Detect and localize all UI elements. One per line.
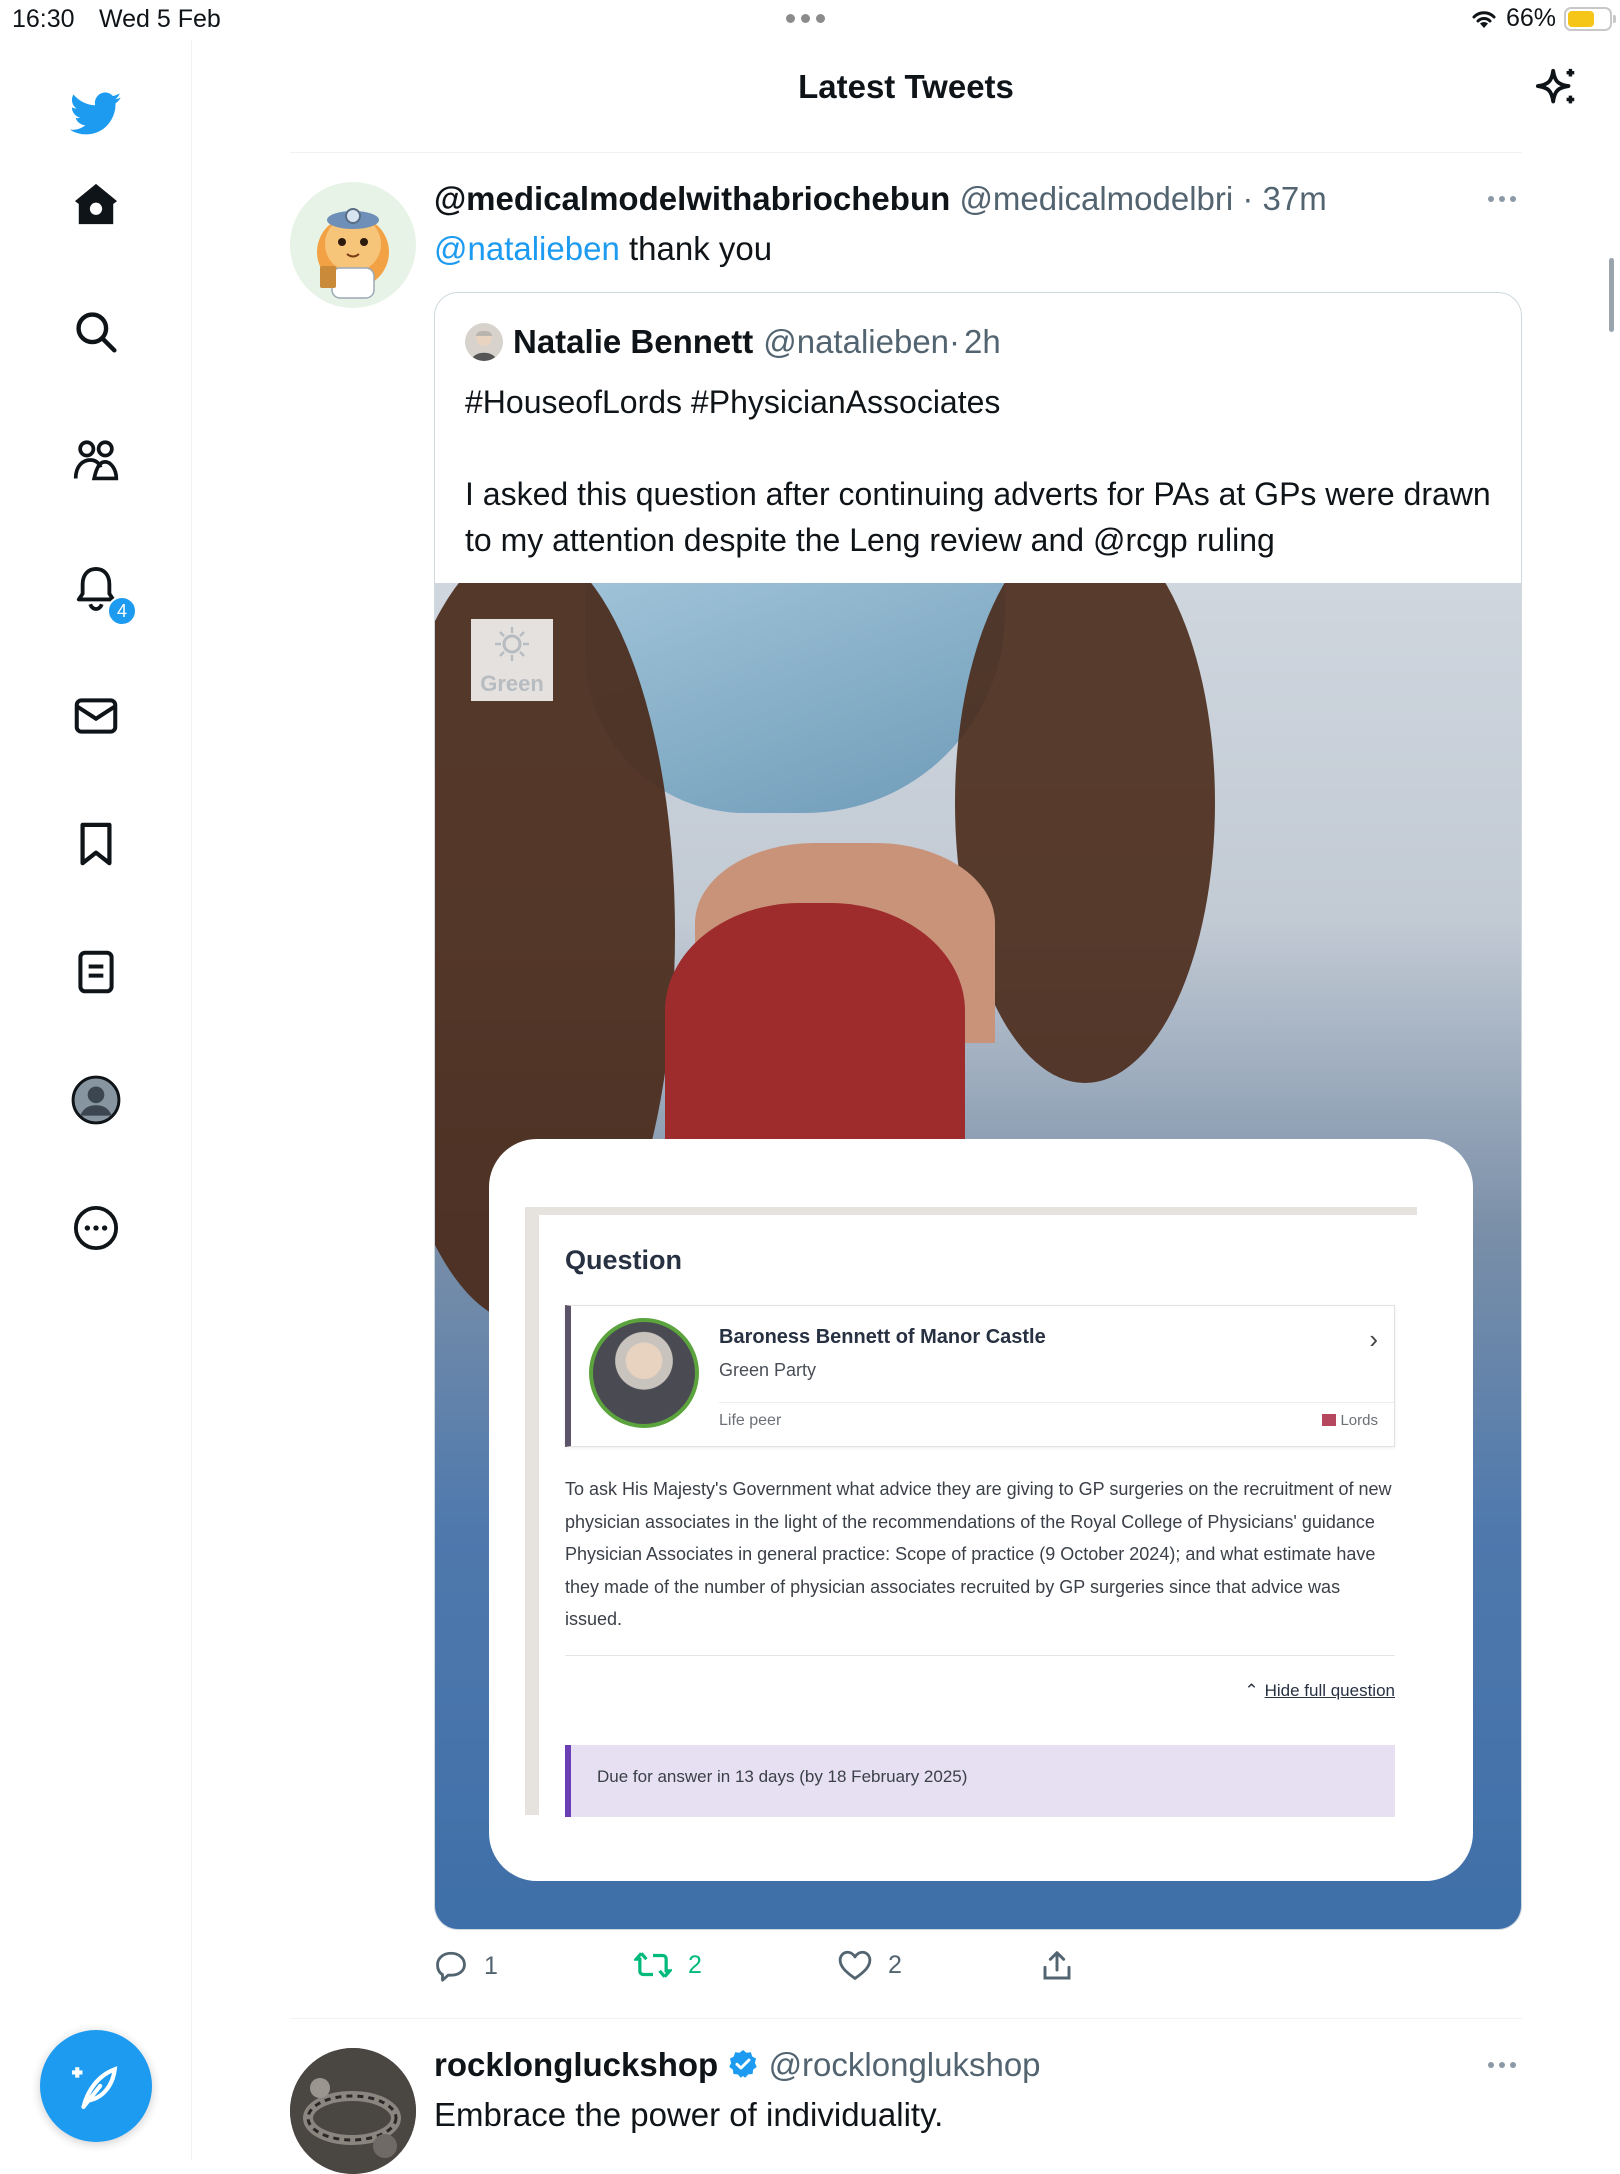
chevron-up-icon: ⌃ xyxy=(1244,1681,1259,1700)
sparkle-icon[interactable] xyxy=(1534,64,1580,117)
tweet-author-handle[interactable]: @rocklonglukshop xyxy=(769,2046,1041,2083)
status-time: 16:30 xyxy=(12,5,75,33)
mention-link[interactable]: @natalieben xyxy=(434,230,620,267)
chevron-right-icon: › xyxy=(1369,1324,1378,1354)
quoted-author-handle: @natalieben xyxy=(763,323,950,360)
member-photo xyxy=(589,1318,699,1428)
status-bar: 16:30 Wed 5 Feb 66% xyxy=(0,0,1620,40)
reply-count: 1 xyxy=(484,1951,498,1980)
tweet-media-image[interactable]: Green Question Baroness Bennett of Manor… xyxy=(435,583,1521,1929)
hide-full-question-link: ⌃ Hide full question xyxy=(1244,1681,1395,1700)
reply-icon xyxy=(436,1951,466,1982)
tweet-author-name[interactable]: rocklongluckshop xyxy=(434,2046,718,2083)
hamster-doctor-avatar-icon xyxy=(317,208,389,299)
verified-badge-icon xyxy=(729,2050,758,2078)
retweet-count: 2 xyxy=(688,1950,702,1979)
home-icon[interactable] xyxy=(70,178,122,230)
tweet-header: @medicalmodelwithabriochebun @medicalmod… xyxy=(434,180,1327,217)
portcullis-icon xyxy=(1322,1414,1337,1426)
multitasking-dots-icon[interactable] xyxy=(786,14,825,23)
notifications-badge: 4 xyxy=(107,596,137,626)
question-card: Question Baroness Bennett of Manor Castl… xyxy=(489,1139,1473,1881)
retweet-button[interactable]: 2 xyxy=(634,1950,702,1980)
question-card-title: Question xyxy=(565,1245,683,1275)
watermark-label: Green xyxy=(480,671,544,696)
tweet-text: Embrace the power of individuality. xyxy=(434,2096,944,2133)
status-date: Wed 5 Feb xyxy=(99,5,221,33)
scrollbar-thumb[interactable] xyxy=(1609,258,1614,332)
member-name: Baroness Bennett of Manor Castle xyxy=(719,1326,1046,1348)
avatar[interactable] xyxy=(290,2048,416,2174)
like-button[interactable]: 2 xyxy=(838,1950,902,1980)
header-divider xyxy=(290,152,1522,153)
question-text: To ask His Majesty's Government what adv… xyxy=(565,1479,1392,1629)
quoted-tweet[interactable]: Natalie Bennett @natalieben · 2h #HouseofL… xyxy=(434,292,1522,1930)
page-title: Latest Tweets xyxy=(798,68,1014,105)
quoted-tweet-header: Natalie Bennett @natalieben · 2h xyxy=(465,323,1001,361)
communities-icon[interactable] xyxy=(70,434,122,486)
twitter-logo-icon[interactable] xyxy=(70,88,122,140)
tweet-more-icon[interactable] xyxy=(1488,2062,1516,2068)
quoted-hashtags: #HouseofLords #PhysicianAssociates xyxy=(465,384,1001,420)
jewelry-avatar-icon xyxy=(290,2048,416,2174)
messages-envelope-icon[interactable] xyxy=(70,690,122,742)
quoted-tweet-time: 2h xyxy=(964,323,1001,360)
tweet-divider xyxy=(290,2018,1522,2019)
member-party: Green Party xyxy=(719,1360,817,1380)
red-top-shape xyxy=(665,903,965,1143)
avatar[interactable] xyxy=(290,182,416,308)
compose-feather-icon xyxy=(72,2066,118,2109)
share-icon xyxy=(1043,1951,1071,1980)
quoted-author-avatar xyxy=(465,323,503,361)
house-label: Lords xyxy=(1322,1412,1378,1429)
tweet-header: rocklongluckshop @rocklonglukshop xyxy=(434,2046,1041,2084)
share-button[interactable] xyxy=(1042,1950,1072,1982)
retweet-icon xyxy=(634,1952,672,1978)
tweet-actions: 1 2 2 xyxy=(434,1950,1074,1990)
battery-percent: 66% xyxy=(1505,4,1556,32)
quoted-tweet-text: #HouseofLords #PhysicianAssociates I ask… xyxy=(465,379,1495,563)
member-card: Baroness Bennett of Manor Castle Green P… xyxy=(565,1305,1395,1447)
compose-tweet-button[interactable] xyxy=(40,2030,152,2142)
tweet-author-name[interactable]: @medicalmodelwithabriochebun xyxy=(434,180,950,217)
tweet-author-handle[interactable]: @medicalmodelbri xyxy=(959,180,1233,217)
quoted-body: I asked this question after continuing a… xyxy=(465,476,1491,558)
profile-avatar-icon[interactable] xyxy=(70,1074,122,1126)
tweet-body: thank you xyxy=(619,230,773,267)
tweet-text: @natalieben thank you xyxy=(434,230,772,268)
tweet-more-icon[interactable] xyxy=(1488,196,1516,202)
sidebar: 4 xyxy=(0,40,192,2160)
battery-icon xyxy=(1564,6,1616,31)
quoted-author-name: Natalie Bennett xyxy=(513,323,754,360)
bookmarks-icon[interactable] xyxy=(70,818,122,870)
member-type: Life peer xyxy=(719,1412,782,1429)
lists-icon[interactable] xyxy=(70,946,122,998)
green-party-watermark: Green xyxy=(471,619,553,701)
reply-button[interactable]: 1 xyxy=(434,1950,498,1982)
due-date-banner: Due for answer in 13 days (by 18 Februar… xyxy=(565,1745,1395,1817)
search-icon[interactable] xyxy=(70,306,122,358)
sunflower-logo-icon xyxy=(495,627,529,661)
tweet-time[interactable]: 37m xyxy=(1263,180,1327,217)
like-count: 2 xyxy=(888,1950,902,1979)
heart-icon xyxy=(838,1950,872,1980)
wifi-icon xyxy=(1472,10,1496,28)
more-options-circle-icon[interactable] xyxy=(70,1202,122,1254)
